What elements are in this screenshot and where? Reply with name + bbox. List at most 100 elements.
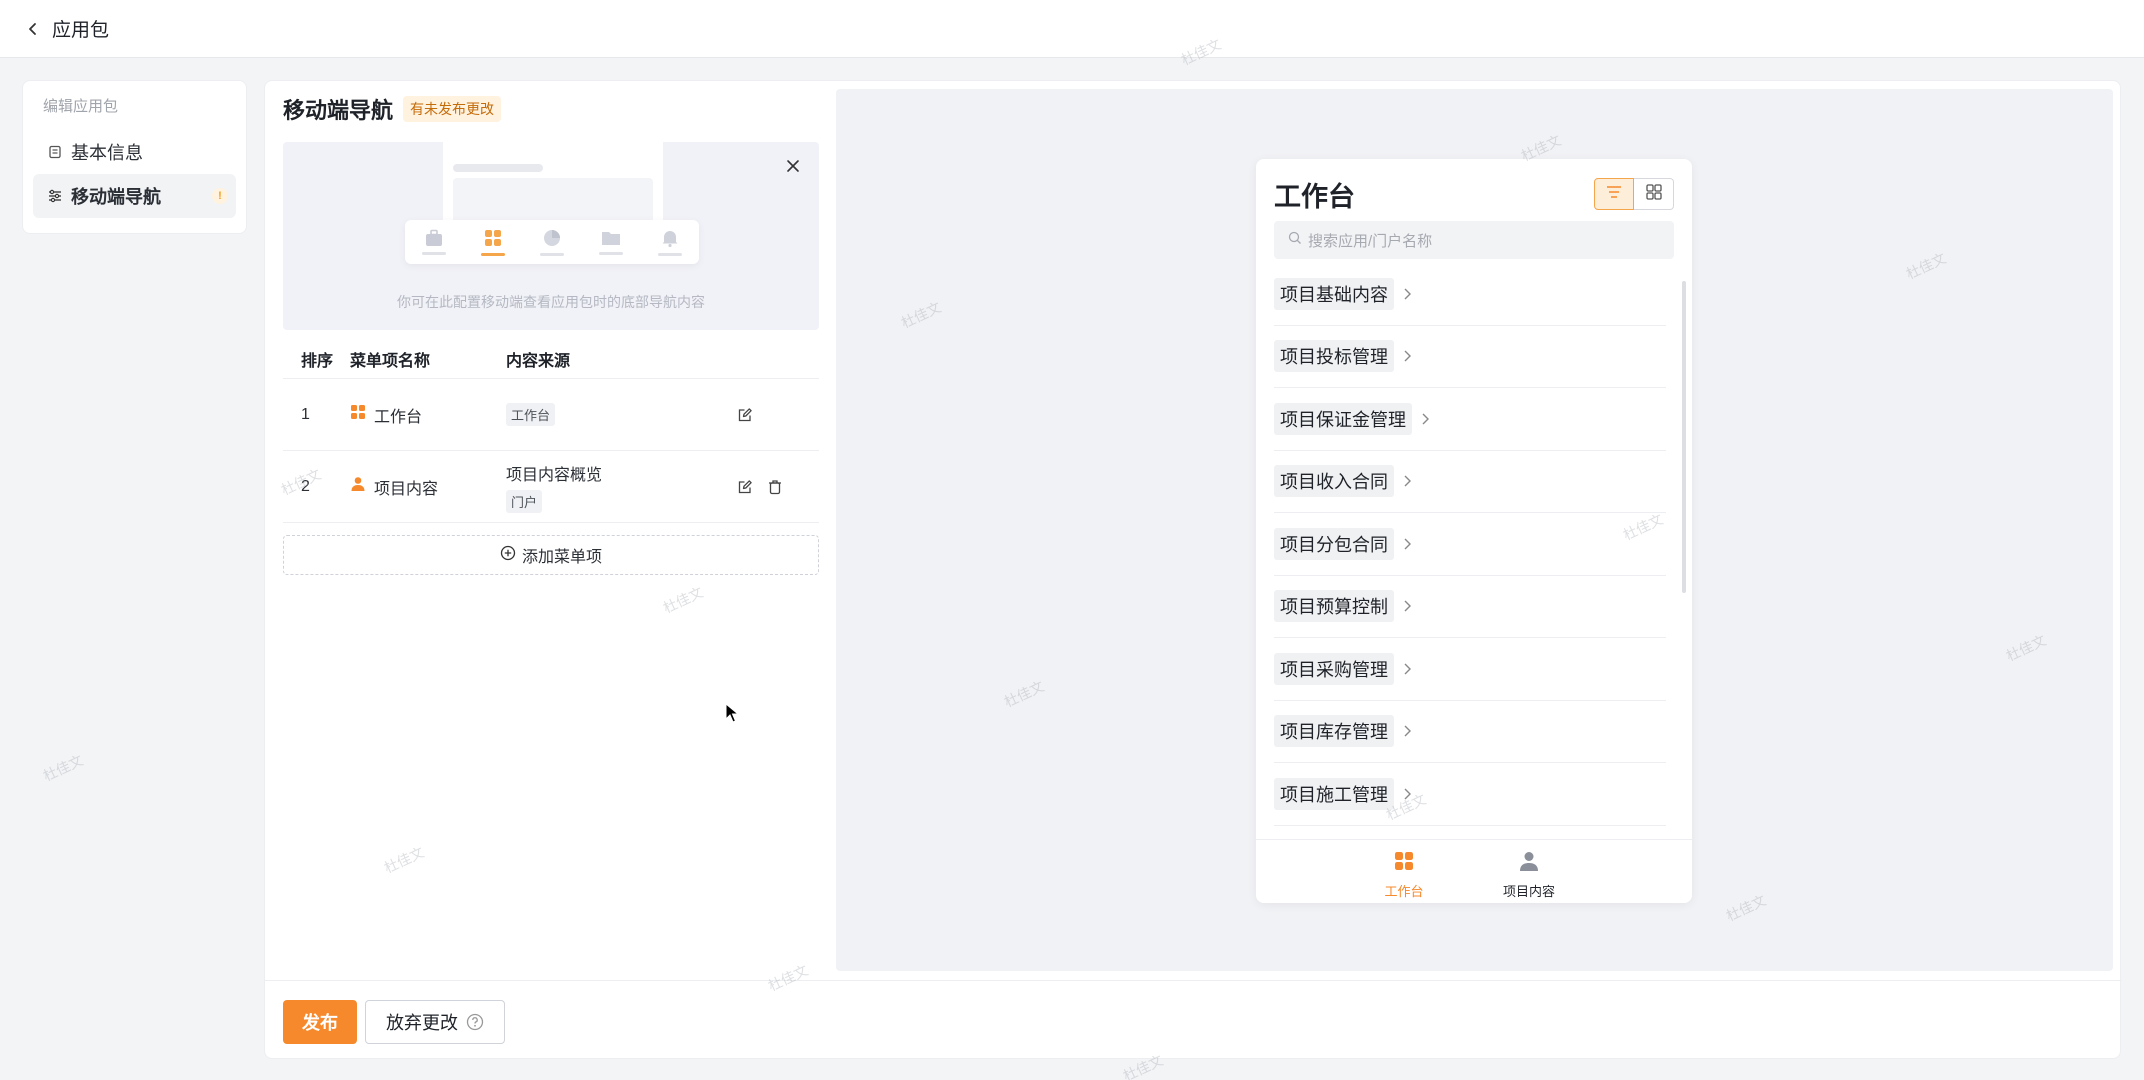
list-item[interactable]: 项目采购管理 bbox=[1274, 638, 1666, 701]
discard-changes-button[interactable]: 放弃更改 bbox=[365, 1000, 505, 1044]
chevron-right-icon bbox=[1402, 787, 1414, 801]
list-item-label: 项目分包合同 bbox=[1274, 527, 1394, 560]
close-icon[interactable] bbox=[785, 158, 803, 176]
search-input[interactable]: 搜索应用/门户名称 bbox=[1274, 221, 1674, 259]
publish-button[interactable]: 发布 bbox=[283, 1000, 357, 1044]
phone-tab-bar: 工作台 项目内容 bbox=[1256, 839, 1692, 903]
row-source-cell: 工作台 bbox=[506, 403, 726, 426]
add-menu-item-button[interactable]: 添加菜单项 bbox=[283, 535, 819, 575]
status-badge: 有未发布更改 bbox=[403, 96, 502, 122]
chevron-right-icon bbox=[1402, 287, 1414, 301]
list-item-label: 项目施工管理 bbox=[1274, 777, 1394, 810]
column-header-name: 菜单项名称 bbox=[350, 352, 431, 370]
footer-actions: 发布 放弃更改 bbox=[265, 980, 2122, 1060]
folder-icon bbox=[598, 225, 624, 259]
phone-tab-label: 项目内容 bbox=[1502, 884, 1555, 899]
mouse-cursor-icon bbox=[725, 702, 740, 728]
add-menu-item-label: 添加菜单项 bbox=[521, 549, 602, 566]
chevron-right-icon bbox=[1402, 599, 1414, 613]
row-actions bbox=[726, 406, 819, 424]
table-row: 1 工作台 工作台 bbox=[283, 379, 819, 451]
sidebar: 编辑应用包 基本信息 移动端导航 ! bbox=[22, 80, 247, 234]
list-item[interactable]: 项目分包合同 bbox=[1274, 513, 1666, 576]
table-row: 2 项目内容 项目内容概览 门户 bbox=[283, 451, 819, 523]
list-settings-icon bbox=[47, 188, 63, 204]
chevron-right-icon bbox=[1402, 724, 1414, 738]
sidebar-section-title: 编辑应用包 bbox=[43, 98, 119, 115]
list-item[interactable]: 项目施工管理 bbox=[1274, 763, 1666, 826]
row-order: 2 bbox=[301, 477, 310, 495]
briefcase-icon bbox=[421, 225, 447, 259]
info-banner: 你可在此配置移动端查看应用包时的底部导航内容 bbox=[283, 142, 819, 330]
row-name: 项目内容 bbox=[374, 480, 439, 498]
column-header-source: 内容来源 bbox=[506, 352, 571, 370]
list-item-label: 项目收入合同 bbox=[1274, 465, 1394, 498]
main-panel: 移动端导航 有未发布更改 你可在此配置移动端查看应用包时的底部导航内容 排序 菜… bbox=[264, 80, 2122, 1060]
list-icon bbox=[1605, 184, 1623, 205]
row-name-cell: 工作台 bbox=[350, 403, 506, 427]
row-name: 工作台 bbox=[374, 408, 423, 426]
chevron-left-icon[interactable] bbox=[26, 20, 44, 38]
table-header: 排序 菜单项名称 内容来源 bbox=[283, 339, 819, 379]
sidebar-item-mobile-nav[interactable]: 移动端导航 ! bbox=[33, 174, 236, 218]
chevron-right-icon bbox=[1402, 662, 1414, 676]
page-title: 应用包 bbox=[52, 20, 110, 41]
banner-description: 你可在此配置移动端查看应用包时的底部导航内容 bbox=[397, 294, 705, 310]
person-icon bbox=[350, 476, 366, 497]
phone-tab-workbench[interactable]: 工作台 bbox=[1364, 850, 1444, 900]
sidebar-item-basic-info[interactable]: 基本信息 bbox=[33, 130, 236, 174]
grid-icon bbox=[350, 404, 366, 425]
list-view-button[interactable] bbox=[1594, 178, 1634, 210]
grid-outline-icon bbox=[1645, 183, 1663, 206]
sidebar-item-label: 基本信息 bbox=[71, 143, 143, 163]
grid-view-button[interactable] bbox=[1634, 178, 1674, 210]
list-item[interactable]: 项目保证金管理 bbox=[1274, 388, 1666, 451]
source-text: 项目内容概览 bbox=[506, 466, 603, 484]
list-item-label: 项目采购管理 bbox=[1274, 652, 1394, 685]
phone-tab-label: 工作台 bbox=[1384, 884, 1424, 899]
document-icon bbox=[47, 144, 63, 160]
source-tag: 门户 bbox=[506, 489, 543, 513]
list-item[interactable]: 项目预算控制 bbox=[1274, 576, 1666, 638]
mobile-preview-area: 工作台 搜索应用/门户名称 项目基础内容 项目投标管理 项目保证金管理 项目收入… bbox=[836, 89, 2113, 971]
row-name-cell: 项目内容 bbox=[350, 475, 506, 499]
edit-icon[interactable] bbox=[736, 406, 754, 424]
watermark: 杜佳文 bbox=[40, 751, 86, 785]
help-icon[interactable] bbox=[466, 1013, 484, 1031]
row-source-cell: 项目内容概览 门户 bbox=[506, 461, 726, 513]
phone-title: 工作台 bbox=[1274, 182, 1355, 212]
view-toggle bbox=[1594, 178, 1674, 210]
grid-icon bbox=[1393, 850, 1415, 877]
phone-scrollbar[interactable] bbox=[1682, 281, 1686, 593]
list-item[interactable]: 项目收入合同 bbox=[1274, 451, 1666, 513]
list-item[interactable]: 项目库存管理 bbox=[1274, 701, 1666, 763]
person-icon bbox=[1518, 850, 1540, 877]
section-title: 移动端导航 bbox=[283, 98, 394, 123]
warning-icon: ! bbox=[212, 188, 228, 204]
discard-label: 放弃更改 bbox=[386, 1013, 458, 1033]
phone-tab-project-content[interactable]: 项目内容 bbox=[1489, 850, 1569, 900]
main-header: 移动端导航 有未发布更改 bbox=[283, 93, 502, 125]
column-header-order: 排序 bbox=[301, 352, 334, 370]
list-item-label: 项目基础内容 bbox=[1274, 277, 1394, 310]
trash-icon[interactable] bbox=[766, 478, 784, 496]
top-bar: 应用包 bbox=[0, 0, 2144, 58]
list-item-label: 项目预算控制 bbox=[1274, 590, 1394, 623]
bell-icon bbox=[657, 225, 683, 259]
chevron-right-icon bbox=[1402, 537, 1414, 551]
list-item[interactable]: 项目基础内容 bbox=[1274, 263, 1666, 326]
list-item-label: 项目投标管理 bbox=[1274, 340, 1394, 373]
chevron-right-icon bbox=[1402, 474, 1414, 488]
phone-app-list: 项目基础内容 项目投标管理 项目保证金管理 项目收入合同 项目分包合同 项目预算… bbox=[1274, 263, 1666, 826]
plus-circle-icon bbox=[500, 545, 516, 566]
chevron-right-icon bbox=[1402, 349, 1414, 363]
list-item[interactable]: 项目投标管理 bbox=[1274, 326, 1666, 388]
edit-icon[interactable] bbox=[736, 478, 754, 496]
menu-table: 排序 菜单项名称 内容来源 1 工作台 工作台 2 项目内容 项目内容概览 门户 bbox=[283, 339, 819, 523]
grid-icon bbox=[480, 225, 506, 259]
row-order: 1 bbox=[301, 405, 310, 423]
phone-preview: 工作台 搜索应用/门户名称 项目基础内容 项目投标管理 项目保证金管理 项目收入… bbox=[1256, 159, 1692, 903]
banner-illustration-tabbar bbox=[405, 220, 699, 264]
pie-chart-icon bbox=[539, 225, 565, 259]
source-tag: 工作台 bbox=[506, 403, 556, 426]
